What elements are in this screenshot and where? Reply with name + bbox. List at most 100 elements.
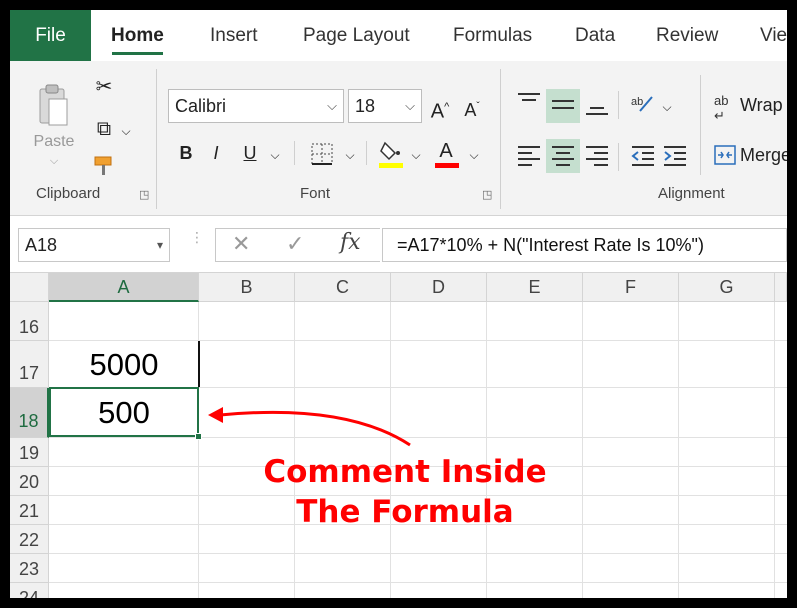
font-size-value: 18	[355, 96, 376, 116]
gridline	[49, 340, 787, 341]
merge-center-button[interactable]: Merge	[712, 141, 787, 171]
align-middle-button[interactable]	[546, 89, 580, 123]
row-header-24[interactable]: 24	[10, 583, 49, 598]
tab-view[interactable]: Vie	[760, 10, 787, 61]
font-group-label: Font	[300, 185, 331, 202]
formula-buttons: ✕ ✓ fx	[215, 228, 380, 262]
underline-chevron-icon[interactable]: ⌵	[268, 141, 282, 169]
wrap-text-label: Wrap	[740, 95, 783, 115]
font-divider	[294, 141, 295, 165]
align-left-icon[interactable]	[516, 144, 542, 166]
paste-label: Paste	[33, 133, 75, 150]
row-header-17[interactable]: 17	[10, 341, 49, 388]
paste-button[interactable]: Paste ⌵	[32, 79, 76, 179]
orientation-icon[interactable]: ab	[630, 91, 656, 115]
underline-button[interactable]: U	[238, 139, 262, 167]
align-center-button[interactable]	[546, 139, 580, 173]
column-header-f[interactable]: F	[583, 273, 679, 302]
selected-cell-border	[49, 387, 199, 437]
ribbon-divider	[156, 69, 157, 209]
increase-indent-icon[interactable]	[662, 144, 688, 166]
ribbon: Paste ⌵ ✂ ⧉ ⌵ Clipboard ◳ Calibri ⌵ 18 ⌵	[10, 61, 787, 216]
font-name-value: Calibri	[175, 96, 227, 116]
caret-down-icon: ˇ	[476, 101, 480, 112]
gridline	[49, 582, 787, 583]
align-top-icon[interactable]	[516, 91, 542, 113]
copy-chevron-icon[interactable]: ⌵	[118, 117, 134, 145]
cell-a17[interactable]: 5000	[49, 343, 199, 387]
formula-bar: A18 ▾ ⋮ ✕ ✓ fx =A17*10% + N("Interest Ra…	[10, 216, 787, 273]
tab-insert[interactable]: Insert	[210, 10, 258, 61]
column-header-d[interactable]: D	[391, 273, 487, 302]
row-header-21[interactable]: 21	[10, 496, 49, 525]
fill-handle[interactable]	[195, 433, 202, 440]
insert-function-icon[interactable]: fx	[340, 230, 361, 255]
font-name-dropdown[interactable]: Calibri ⌵	[168, 89, 344, 123]
enter-icon[interactable]: ✓	[286, 231, 304, 257]
font-color-chevron-icon[interactable]: ⌵	[467, 141, 481, 169]
tab-home[interactable]: Home	[111, 10, 164, 61]
gridline	[678, 302, 679, 598]
clipboard-launcher-icon[interactable]: ◳	[139, 188, 149, 201]
column-header-b[interactable]: B	[199, 273, 295, 302]
column-header-c[interactable]: C	[295, 273, 391, 302]
grow-font-button[interactable]: A^	[427, 93, 453, 126]
font-color-button[interactable]: A	[434, 137, 458, 165]
align-right-icon[interactable]	[584, 144, 610, 166]
fill-color-chevron-icon[interactable]: ⌵	[409, 141, 423, 169]
tab-file[interactable]: File	[10, 10, 91, 61]
align-center-icon	[552, 146, 574, 166]
worksheet-grid: A B C D E F G 16 17 18 19 20 21 22 23 24…	[10, 273, 787, 598]
row-header-20[interactable]: 20	[10, 467, 49, 496]
formula-input[interactable]: =A17*10% + N("Interest Rate Is 10%")	[382, 228, 787, 262]
row-header-19[interactable]: 19	[10, 438, 49, 467]
tab-page-layout[interactable]: Page Layout	[303, 10, 410, 61]
shrink-font-button[interactable]: Aˇ	[459, 93, 485, 124]
cancel-icon[interactable]: ✕	[232, 231, 250, 257]
select-all-corner[interactable]	[10, 273, 49, 302]
row-header-16[interactable]: 16	[10, 302, 49, 341]
column-header-overflow	[775, 273, 787, 302]
alignment-divider	[618, 91, 619, 119]
alignment-group-label: Alignment	[658, 185, 725, 202]
font-size-dropdown[interactable]: 18 ⌵	[348, 89, 422, 123]
row-header-18[interactable]: 18	[10, 388, 49, 438]
alignment-divider	[618, 143, 619, 171]
gridline	[49, 553, 787, 554]
borders-icon[interactable]	[311, 143, 333, 165]
paste-icon	[39, 84, 68, 126]
annotation-arrow-icon	[208, 407, 411, 447]
merge-label: Merge	[740, 145, 787, 165]
italic-button[interactable]: I	[206, 139, 226, 167]
wrap-text-icon: ab ↵	[714, 93, 729, 123]
bold-button[interactable]: B	[174, 139, 198, 167]
align-bottom-icon[interactable]	[584, 97, 610, 119]
tab-data[interactable]: Data	[575, 10, 615, 61]
fill-color-bar	[379, 163, 403, 168]
name-box-value: A18	[25, 235, 58, 255]
chevron-down-icon: ⌵	[327, 98, 337, 113]
paste-chevron-icon: ⌵	[49, 155, 59, 167]
wrap-text-button[interactable]: ab ↵ Wrap	[712, 91, 787, 123]
column-header-a[interactable]: A	[49, 273, 199, 302]
font-launcher-icon[interactable]: ◳	[482, 188, 492, 201]
row-header-23[interactable]: 23	[10, 554, 49, 583]
cut-icon[interactable]: ✂	[90, 73, 118, 101]
name-box[interactable]: A18 ▾	[18, 228, 170, 262]
gridline	[774, 302, 775, 598]
tab-formulas[interactable]: Formulas	[453, 10, 532, 61]
row-header-22[interactable]: 22	[10, 525, 49, 554]
column-header-g[interactable]: G	[679, 273, 775, 302]
format-painter-icon[interactable]	[91, 153, 117, 179]
borders-chevron-icon[interactable]: ⌵	[343, 141, 357, 169]
copy-icon[interactable]: ⧉	[90, 115, 118, 143]
orientation-chevron-icon[interactable]: ⌵	[660, 93, 674, 121]
tab-review[interactable]: Review	[656, 10, 718, 61]
annotation-line-1: Comment Inside	[263, 454, 547, 490]
ribbon-divider	[500, 69, 501, 209]
align-middle-icon	[552, 100, 574, 109]
column-header-e[interactable]: E	[487, 273, 583, 302]
decrease-indent-icon[interactable]	[630, 144, 656, 166]
ribbon-tabs: File Home Insert Page Layout Formulas Da…	[10, 10, 787, 61]
drag-handle-icon[interactable]: ⋮	[190, 230, 204, 256]
